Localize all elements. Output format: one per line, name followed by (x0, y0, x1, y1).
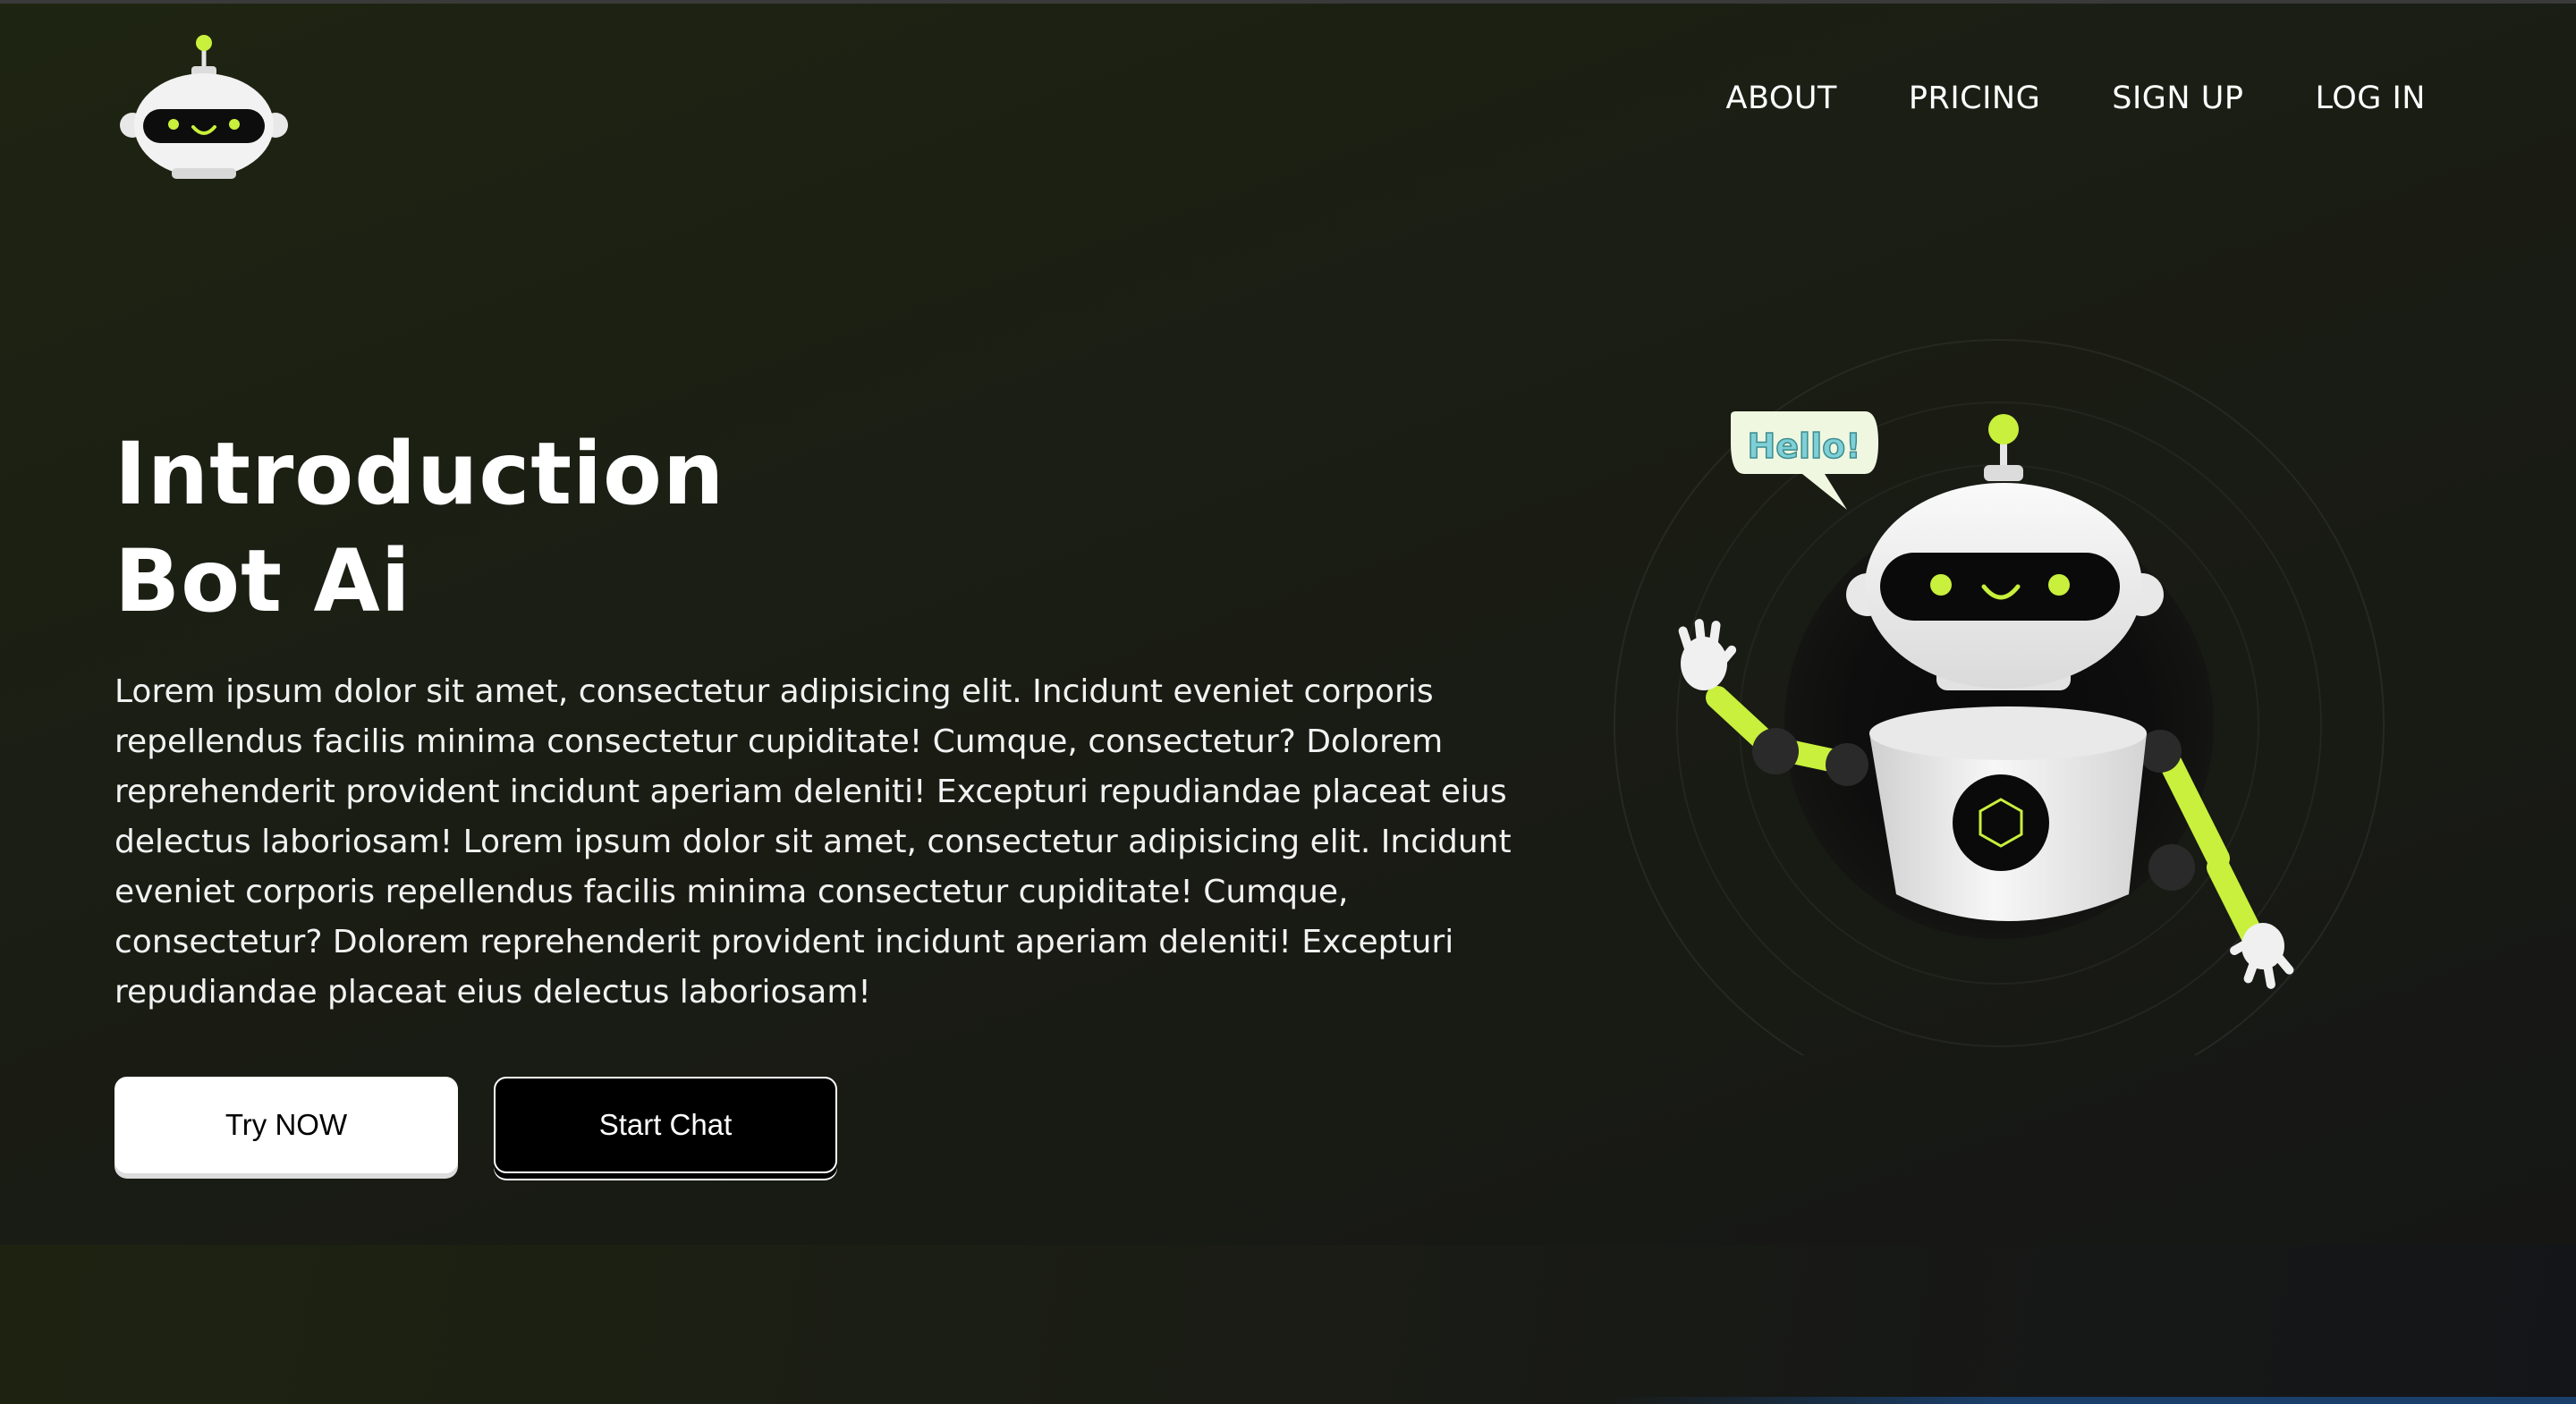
waving-robot-illustration: Hello! (1614, 339, 2385, 1055)
nav-log-in[interactable]: LOG IN (2315, 80, 2426, 116)
start-chat-button[interactable]: Start Chat (494, 1077, 837, 1173)
hero-title-line1: Introduction (114, 424, 725, 524)
hero-description: Lorem ipsum dolor sit amet, consectetur … (114, 673, 1512, 1011)
robot-head-icon[interactable] (114, 32, 293, 181)
next-section (0, 1245, 2576, 1404)
main-nav: ABOUT PRICING SIGN UP LOG IN (1726, 80, 2426, 116)
speech-bubble-text: Hello! (1747, 427, 1860, 466)
try-now-button[interactable]: Try NOW (114, 1077, 458, 1173)
nav-pricing[interactable]: PRICING (1909, 80, 2040, 116)
hero-title: Introduction Bot Ai (114, 420, 724, 635)
section-accent-bar (1610, 1397, 2576, 1404)
nav-about[interactable]: ABOUT (1726, 80, 1837, 116)
nav-sign-up[interactable]: SIGN UP (2112, 80, 2243, 116)
hero-title-line2: Bot Ai (114, 531, 411, 631)
